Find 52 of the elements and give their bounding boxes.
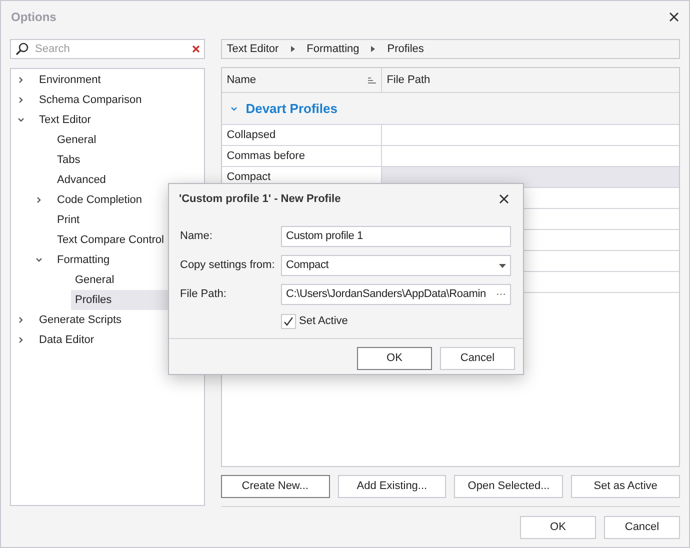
chevron-down-icon[interactable] <box>17 116 25 124</box>
button[interactable]: OK <box>520 516 596 539</box>
button[interactable]: Cancel <box>440 346 515 370</box>
window-title: Options <box>11 9 56 26</box>
table-cell: Commas before <box>226 150 305 162</box>
clear-icon[interactable] <box>192 45 200 53</box>
button[interactable]: Set as Active <box>571 475 680 498</box>
field-label: Copy settings from: <box>180 258 276 274</box>
tree-item[interactable]: Text Editor <box>35 110 204 130</box>
breadcrumb-item[interactable]: Text Editor <box>226 40 279 58</box>
separator-icon <box>371 46 376 52</box>
search-field[interactable]: Search <box>10 39 205 59</box>
chevron-right-icon[interactable] <box>17 76 25 84</box>
button[interactable]: Create New... <box>220 475 330 498</box>
checkbox[interactable] <box>281 314 296 329</box>
button[interactable]: Open Selected... <box>454 475 564 498</box>
browse-button[interactable]: ··· <box>496 287 506 302</box>
field-label: Name: <box>180 229 214 244</box>
chevron-right-icon[interactable] <box>17 336 25 344</box>
tree-item[interactable]: Environment <box>35 70 204 90</box>
column-header[interactable]: File Path <box>382 68 679 92</box>
tree-item[interactable]: Schema Comparison <box>35 90 204 110</box>
dialog-title: 'Custom profile 1' - New Profile <box>179 192 341 207</box>
search-input[interactable]: Search <box>35 40 186 58</box>
dropdown-arrow-icon <box>499 264 506 268</box>
close-icon[interactable] <box>669 12 679 22</box>
path-field[interactable]: C:\Users\JordanSanders\AppData\Roamin ··· <box>281 284 511 305</box>
button[interactable]: Add Existing... <box>338 475 446 498</box>
button[interactable]: OK <box>357 346 432 370</box>
tree-item[interactable]: General <box>53 130 204 150</box>
chevron-down-icon[interactable] <box>230 104 238 112</box>
separator-icon <box>290 46 295 52</box>
name-field[interactable]: Custom profile 1 <box>281 226 511 247</box>
sort-icon <box>368 76 376 84</box>
column-header[interactable]: Name <box>222 68 382 92</box>
search-icon <box>15 42 29 56</box>
chevron-right-icon[interactable] <box>35 196 43 204</box>
table-cell: Collapsed <box>226 129 276 141</box>
breadcrumb-item[interactable]: Formatting <box>306 40 360 58</box>
close-icon[interactable] <box>499 194 509 204</box>
tree-item[interactable]: Advanced <box>53 170 204 190</box>
checkbox-label[interactable]: Set Active <box>299 313 348 330</box>
tree-item[interactable]: Tabs <box>53 150 204 170</box>
chevron-down-icon[interactable] <box>35 256 43 264</box>
table-cell: Compact <box>226 171 271 183</box>
chevron-right-icon[interactable] <box>17 316 25 324</box>
breadcrumb-item[interactable]: Profiles <box>387 40 424 58</box>
group-row[interactable]: Devart Profiles <box>222 93 679 125</box>
button[interactable]: Cancel <box>604 516 680 539</box>
table-row[interactable]: Collapsed <box>222 125 679 146</box>
dropdown[interactable]: Compact <box>281 255 511 276</box>
chevron-right-icon[interactable] <box>17 96 25 104</box>
